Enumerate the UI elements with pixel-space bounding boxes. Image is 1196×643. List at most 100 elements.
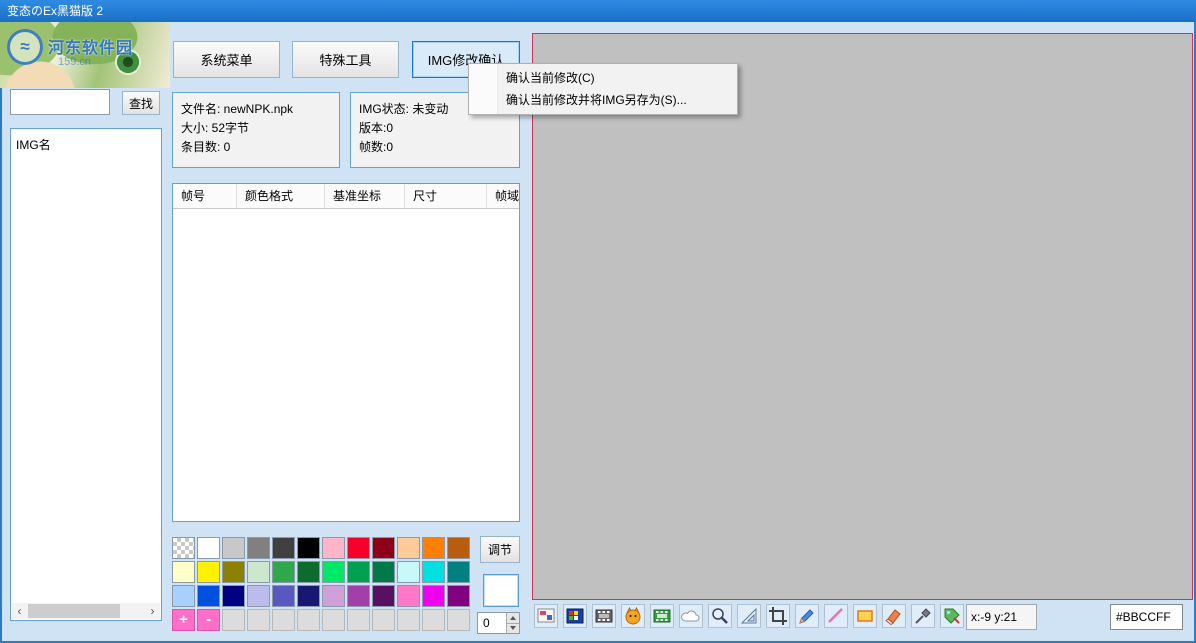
scroll-right-arrow-icon[interactable]: ›: [145, 603, 160, 619]
palette-swatch-empty[interactable]: [272, 609, 295, 631]
cat-icon[interactable]: [621, 604, 645, 628]
title-bar[interactable]: 变态のEx黑猫版 2: [0, 0, 1196, 22]
menu-item-confirm[interactable]: 确认当前修改(C): [470, 67, 736, 89]
palette-swatch[interactable]: [247, 561, 270, 583]
palette-swatch[interactable]: [172, 585, 195, 607]
palette-swatch[interactable]: [297, 561, 320, 583]
palette-swatch[interactable]: [222, 561, 245, 583]
current-color-preview[interactable]: [483, 574, 519, 607]
palette-swatch[interactable]: [272, 585, 295, 607]
cloud-icon[interactable]: [679, 604, 703, 628]
crop-icon[interactable]: [766, 604, 790, 628]
eraser-icon[interactable]: [882, 604, 906, 628]
palette-index-spinner[interactable]: 0: [477, 612, 520, 634]
palette-swatch[interactable]: [222, 585, 245, 607]
img-list-header: IMG名: [16, 136, 51, 153]
palette-swatch[interactable]: [247, 585, 270, 607]
palette-swatch[interactable]: [322, 561, 345, 583]
frame-table-column-header[interactable]: 帧号: [173, 184, 237, 208]
app-logo-image: ≈ 河东软件园 159.cn: [0, 22, 170, 88]
palette-swatch[interactable]: [397, 585, 420, 607]
palette-swatch[interactable]: [422, 585, 445, 607]
bottom-toolbar: [534, 604, 964, 628]
palette-swatch[interactable]: [222, 537, 245, 559]
scrollbar-thumb[interactable]: [28, 604, 120, 618]
palette-swatch[interactable]: [297, 585, 320, 607]
rectangle-icon[interactable]: [853, 604, 877, 628]
palette-swatch[interactable]: [322, 585, 345, 607]
frame-table-column-header[interactable]: 颜色格式: [237, 184, 325, 208]
palette-swatch[interactable]: [372, 585, 395, 607]
tag-icon[interactable]: [940, 604, 964, 628]
app-window: 变态のEx黑猫版 2 ≈ 河东软件园 159.cn 系统菜单 特殊工具 IMG修…: [0, 0, 1196, 643]
palette-swatch[interactable]: [447, 537, 470, 559]
spinner-arrows: [506, 613, 519, 633]
palette-swatch-empty[interactable]: [247, 609, 270, 631]
green-film-icon[interactable]: [650, 604, 674, 628]
frame-table-body[interactable]: [173, 209, 519, 522]
palette-swatch-empty[interactable]: [422, 609, 445, 631]
palette-swatch[interactable]: [197, 537, 220, 559]
palette-swatch[interactable]: [347, 585, 370, 607]
palette-swatch[interactable]: [397, 561, 420, 583]
pencil-icon[interactable]: [795, 604, 819, 628]
film-strip-icon[interactable]: [592, 604, 616, 628]
palette-swatch[interactable]: [447, 561, 470, 583]
img-list-box[interactable]: IMG名 ‹ ›: [10, 128, 162, 621]
palette-swatch-empty[interactable]: [222, 609, 245, 631]
img-list-horizontal-scrollbar[interactable]: ‹ ›: [12, 603, 160, 619]
frame-table: 帧号颜色格式基准坐标尺寸帧域: [172, 183, 520, 522]
watermark-badge-icon: ≈: [7, 29, 43, 65]
frame-table-column-header[interactable]: 帧域: [487, 184, 520, 208]
palette-swatch-empty[interactable]: [447, 609, 470, 631]
frame-table-column-header[interactable]: 基准坐标: [325, 184, 405, 208]
adjust-button[interactable]: 调节: [480, 536, 520, 563]
palette-swatch-empty[interactable]: [372, 609, 395, 631]
palette-swatch[interactable]: [297, 537, 320, 559]
palette-swatch[interactable]: [322, 537, 345, 559]
search-input[interactable]: [10, 89, 110, 115]
zoom-icon[interactable]: [708, 604, 732, 628]
file-name-text: 文件名: newNPK.npk: [181, 100, 331, 119]
frame-table-header: 帧号颜色格式基准坐标尺寸帧域: [173, 184, 519, 209]
palette-add-button[interactable]: +: [172, 609, 195, 631]
scroll-left-arrow-icon[interactable]: ‹: [12, 603, 27, 619]
palette-swatch[interactable]: [272, 561, 295, 583]
palette-grid-icon[interactable]: [563, 604, 587, 628]
canvas-frame-icon[interactable]: [534, 604, 558, 628]
palette-swatch[interactable]: [422, 561, 445, 583]
palette-swatch-empty[interactable]: [397, 609, 420, 631]
palette-swatch[interactable]: [272, 537, 295, 559]
palette-remove-button[interactable]: -: [197, 609, 220, 631]
file-size-text: 大小: 52字节: [181, 119, 331, 138]
find-button[interactable]: 查找: [122, 91, 160, 115]
palette-swatch[interactable]: [447, 585, 470, 607]
menu-item-confirm-save-as[interactable]: 确认当前修改并将IMG另存为(S)...: [470, 89, 736, 111]
frame-table-column-header[interactable]: 尺寸: [405, 184, 487, 208]
palette-swatch[interactable]: [247, 537, 270, 559]
palette-swatch[interactable]: [397, 537, 420, 559]
palette-swatch[interactable]: [347, 561, 370, 583]
color-value-field[interactable]: #BBCCFF: [1110, 604, 1183, 630]
line-icon[interactable]: [824, 604, 848, 628]
palette-swatch[interactable]: [422, 537, 445, 559]
palette-swatch[interactable]: [197, 561, 220, 583]
palette-swatch-transparent[interactable]: [172, 537, 195, 559]
palette-swatch-empty[interactable]: [322, 609, 345, 631]
spinner-down-icon[interactable]: [507, 623, 519, 634]
palette-swatch[interactable]: [347, 537, 370, 559]
palette-swatch-empty[interactable]: [297, 609, 320, 631]
palette-swatch[interactable]: [172, 561, 195, 583]
palette-swatch-empty[interactable]: [347, 609, 370, 631]
spinner-up-icon[interactable]: [507, 613, 519, 623]
eyedropper-icon[interactable]: [911, 604, 935, 628]
palette-swatch[interactable]: [372, 561, 395, 583]
file-info-panel: 文件名: newNPK.npk 大小: 52字节 条目数: 0: [172, 92, 340, 168]
special-tools-button[interactable]: 特殊工具: [292, 41, 399, 78]
spinner-value: 0: [478, 613, 506, 633]
palette-swatch[interactable]: [197, 585, 220, 607]
ruler-icon[interactable]: [737, 604, 761, 628]
palette-swatch[interactable]: [372, 537, 395, 559]
image-canvas[interactable]: [532, 33, 1193, 600]
system-menu-button[interactable]: 系统菜单: [173, 41, 280, 78]
